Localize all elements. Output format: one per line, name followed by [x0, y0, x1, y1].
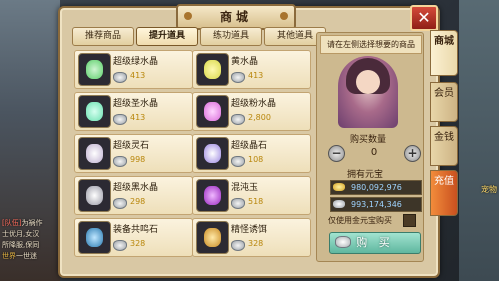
item-icon	[78, 137, 111, 170]
plus-button[interactable]: +	[404, 145, 421, 162]
item-icon	[196, 221, 229, 254]
shop-item[interactable]: 混沌玉 518	[192, 176, 311, 215]
item-name: 超级圣水晶	[113, 99, 159, 109]
silver-ingot-icon	[113, 156, 127, 167]
item-icon	[78, 221, 111, 254]
silver-balance: 993,174,346	[330, 197, 422, 212]
item-name: 超级粉水晶	[231, 99, 277, 109]
item-name: 黄水晶	[231, 57, 259, 67]
item-name: 超级灵石	[113, 141, 150, 151]
shop-item[interactable]: 超级黑水晶 298	[74, 176, 193, 215]
npc-portrait	[338, 56, 398, 128]
silver-ingot-icon	[113, 198, 127, 209]
only-gold-label: 仅使用金元宝购买	[328, 216, 392, 225]
game-background-right	[459, 0, 499, 281]
shop-item[interactable]: 超级圣水晶 413	[74, 92, 193, 131]
item-name: 超级晶石	[231, 141, 268, 151]
silver-ingot-icon	[231, 156, 245, 167]
quantity-value[interactable]: 0	[352, 145, 396, 160]
item-icon	[196, 95, 229, 128]
portrait-face	[356, 70, 380, 94]
item-grid: 超级绿水晶 413 黄水晶 413 超级圣水晶 413 超级粉水晶 2,800 …	[68, 48, 312, 262]
item-price: 413	[248, 71, 264, 80]
quantity-stepper: − 0 +	[328, 145, 421, 162]
side-tab-vip[interactable]: 会员	[430, 82, 458, 122]
item-icon	[78, 95, 111, 128]
crystal-icon	[204, 60, 221, 79]
pet-label[interactable]: 宠物	[481, 184, 497, 195]
item-name: 超级黑水晶	[113, 183, 159, 193]
item-price: 998	[130, 155, 146, 164]
side-tab-recharge[interactable]: 充值	[430, 170, 458, 216]
jade-icon	[204, 186, 221, 205]
shop-item[interactable]: 超级粉水晶 2,800	[192, 92, 311, 131]
item-icon	[196, 179, 229, 212]
item-price: 108	[248, 155, 264, 164]
silver-ingot-icon	[231, 72, 245, 83]
crystal-icon	[86, 186, 103, 205]
tab-recommended[interactable]: 推荐商品	[72, 27, 134, 46]
silver-ingot-icon	[231, 240, 245, 251]
title-ornament	[184, 12, 192, 20]
shop-item[interactable]: 超级灵石 998	[74, 134, 193, 173]
item-icon	[196, 137, 229, 170]
item-name: 超级绿水晶	[113, 57, 159, 67]
spirit-stone-icon	[86, 144, 103, 163]
item-price: 518	[248, 197, 264, 206]
crystal-icon	[204, 102, 221, 121]
tab-training-items[interactable]: 练功道具	[200, 27, 262, 46]
item-name: 精怪诱饵	[231, 225, 268, 235]
shop-item[interactable]: 超级绿水晶 413	[74, 50, 193, 89]
silver-ingot-icon	[113, 114, 127, 125]
crystal-stone-icon	[204, 144, 221, 163]
silver-balance-value: 993,174,346	[351, 200, 402, 209]
silver-ingot-icon	[113, 72, 127, 83]
close-button[interactable]: ✕	[410, 5, 438, 31]
minus-button[interactable]: −	[328, 145, 345, 162]
chat-log: [队伍]为祸作 士优月,女汉 所降服,保同 世界一世迷	[2, 218, 56, 262]
crystal-icon	[86, 102, 103, 121]
title-ornament	[280, 12, 288, 20]
select-hint: 请在左侧选择想要的商品	[320, 35, 422, 54]
owned-currency-label: 拥有元宝	[347, 170, 384, 180]
shop-item[interactable]: 精怪诱饵 328	[192, 218, 311, 257]
chat-line: [队伍]为祸作	[2, 219, 43, 227]
side-tab-money[interactable]: 金钱	[430, 126, 458, 166]
item-price: 328	[130, 239, 146, 248]
silver-ingot-icon	[231, 198, 245, 209]
item-name: 混沌玉	[231, 183, 259, 193]
silver-ingot-icon	[333, 200, 345, 208]
chat-line: 世界一世迷	[2, 252, 37, 260]
resonance-stone-icon	[86, 228, 103, 247]
item-icon	[78, 53, 111, 86]
shop-item[interactable]: 装备共鸣石 328	[74, 218, 193, 257]
silver-ingot-icon	[231, 114, 245, 125]
item-price: 328	[248, 239, 264, 248]
item-icon	[78, 179, 111, 212]
crystal-icon	[86, 60, 103, 79]
item-price: 2,800	[248, 113, 271, 122]
silver-ingot-icon	[113, 240, 127, 251]
only-gold-checkbox[interactable]	[403, 214, 416, 227]
shop-item[interactable]: 黄水晶 413	[192, 50, 311, 89]
item-price: 413	[130, 113, 146, 122]
tab-upgrade-items[interactable]: 提升道具	[136, 27, 198, 46]
item-price: 298	[130, 197, 146, 206]
chat-line: 所降服,保同	[2, 241, 40, 249]
silver-ingot-icon	[335, 236, 351, 248]
bait-pouch-icon	[204, 228, 221, 247]
item-icon	[196, 53, 229, 86]
side-tab-shop[interactable]: 商城	[430, 30, 458, 76]
gold-balance: 980,092,976	[330, 180, 422, 195]
quantity-label: 购买数量	[350, 135, 387, 145]
item-price: 413	[130, 71, 146, 80]
shop-item[interactable]: 超级晶石 108	[192, 134, 311, 173]
chat-line: 士优月,女汉	[2, 230, 40, 238]
gold-balance-value: 980,092,976	[351, 183, 402, 192]
gold-ingot-icon	[333, 183, 345, 191]
item-name: 装备共鸣石	[113, 225, 159, 235]
